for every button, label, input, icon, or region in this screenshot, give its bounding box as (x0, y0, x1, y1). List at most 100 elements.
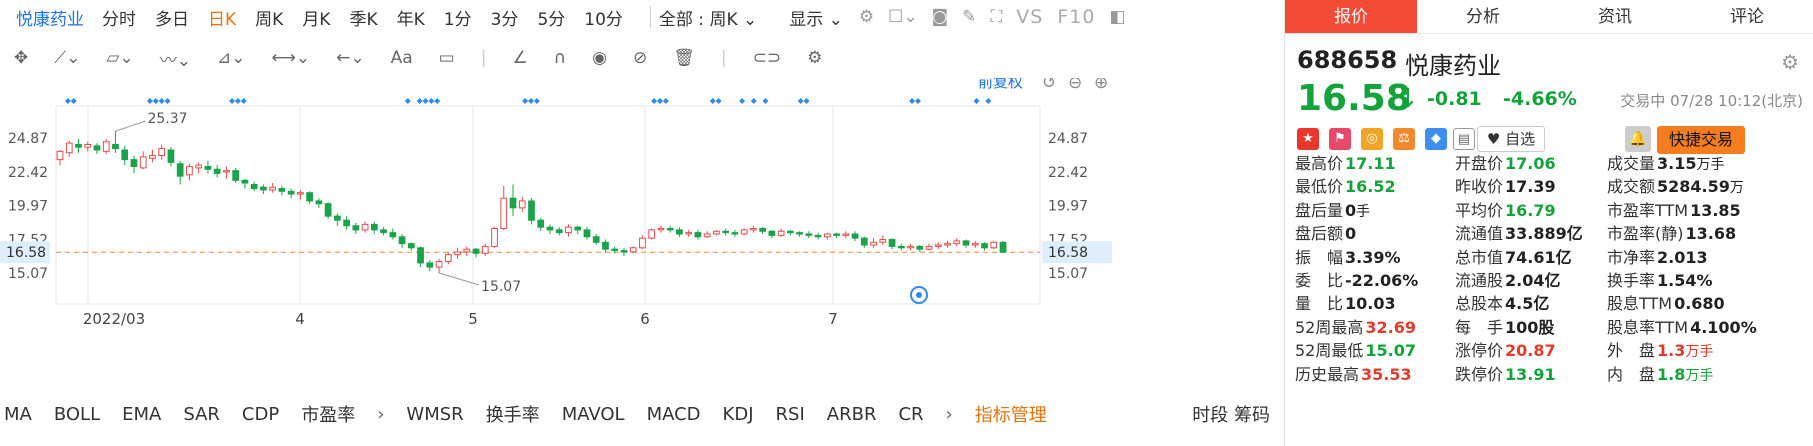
stat-cell: 52周最低 15.07 (1295, 337, 1455, 360)
signal-dot (709, 98, 716, 104)
crosshair-icon[interactable]: ✥ (14, 48, 28, 68)
angle-icon[interactable]: ∠ (512, 48, 527, 68)
candle-down (389, 232, 397, 238)
stat-cell: 52周最高 32.69 (1295, 314, 1455, 337)
vs-button[interactable]: VS (1016, 6, 1043, 28)
stock-name-label[interactable]: 悦康药业 (16, 5, 84, 30)
indicator-tab[interactable]: 市盈率 (301, 401, 355, 427)
period-tab[interactable]: 年K (397, 5, 425, 30)
stat-value: 16.79 (1505, 200, 1556, 220)
stat-value: 10.03 (1345, 294, 1396, 314)
indicator-tab[interactable]: EMA (122, 404, 161, 425)
draw-settings-icon[interactable]: ⚙ (807, 48, 822, 68)
stats-row: 盘后额 0 流通值 33.889亿 市盈率(静) 13.68 (1295, 220, 1813, 243)
pencil-icon[interactable]: ✎ (962, 7, 976, 27)
indicator-tab[interactable]: MA (4, 404, 32, 425)
arrow-left-icon[interactable]: ←⌄ (336, 48, 365, 68)
display-select[interactable]: 显示 ⌄ (789, 5, 843, 30)
tab-analysis[interactable]: 分析 (1417, 0, 1549, 33)
link-icon[interactable]: ⊂⊃ (753, 48, 782, 68)
indicator-tab[interactable]: RSI (776, 404, 805, 425)
indicator-tab[interactable]: KDJ (723, 404, 754, 425)
period-tab[interactable]: 1分 (444, 5, 472, 30)
indicator-bar: MA BOLL EMA SAR CDP 市盈率 › WMSR 换手率 MAVOL… (0, 394, 1284, 434)
chevron-right-icon[interactable]: › (377, 404, 384, 425)
bell-icon[interactable]: 🔔 (1625, 126, 1651, 152)
current-price-label-left: 16.58 (6, 245, 46, 261)
stat-cell: 市净率 2.013 (1607, 244, 1767, 267)
candle-down (666, 228, 674, 231)
indicator-tab[interactable]: WMSR (406, 404, 463, 425)
period-tab[interactable]: 季K (349, 5, 377, 30)
indicator-tab[interactable]: CDP (242, 404, 279, 425)
indicator-manage-button[interactable]: 指标管理 (975, 401, 1047, 427)
indicator-tab[interactable]: MACD (647, 404, 701, 425)
stat-cell: 最高价 17.11 (1295, 150, 1455, 173)
scale-icon[interactable]: ⚖ (1393, 128, 1415, 150)
line-tool-icon[interactable]: ⟋⌄ (54, 48, 80, 68)
hide-icon[interactable]: ⊘ (633, 48, 647, 68)
zoom-in-icon[interactable]: ⊕ (1094, 78, 1108, 93)
zoom-out-icon[interactable]: ⊖ (1068, 78, 1082, 93)
indicator-tab[interactable]: CR (898, 404, 923, 425)
square-outline-icon[interactable]: ☐⌄ (888, 7, 917, 27)
period-stat-tab[interactable]: 时段 (1192, 405, 1228, 426)
china-flag-icon[interactable]: ★ (1297, 128, 1319, 150)
indicator-tab[interactable]: SAR (183, 404, 220, 425)
all-period-select[interactable]: 全部 : 周K ⌄ (659, 5, 757, 30)
candle-down (814, 234, 822, 238)
running-man-icon[interactable]: ⚑ (1329, 128, 1351, 150)
coins-icon[interactable]: ◎ (1361, 128, 1383, 150)
indicator-tab[interactable]: ARBR (827, 404, 877, 425)
candle-down (204, 166, 212, 170)
signal-dot (422, 98, 429, 104)
add-watchlist-button[interactable]: ♥ 自选 (1477, 126, 1545, 152)
period-tab[interactable]: 分时 (102, 5, 136, 30)
tab-quote[interactable]: 报价 (1285, 0, 1417, 33)
stat-cell: 最低价 16.52 (1295, 173, 1455, 196)
tag-icon[interactable]: ◆ (1425, 128, 1447, 150)
indicator-tab[interactable]: BOLL (54, 404, 100, 425)
period-tab[interactable]: 月K (302, 5, 330, 30)
period-tab-active[interactable]: 日K (208, 5, 236, 30)
adjust-price-button[interactable]: 前复权 (978, 78, 1023, 91)
settings-gear-icon[interactable]: ⚙ (859, 7, 874, 27)
magnet-icon[interactable]: ∩ (554, 48, 566, 68)
period-tab[interactable]: 多日 (155, 5, 189, 30)
comment-icon[interactable]: ▭ (439, 48, 455, 68)
tab-news[interactable]: 资讯 (1549, 0, 1681, 33)
candle-down (398, 236, 406, 245)
text-tool-icon[interactable]: Aa (391, 48, 413, 68)
f10-button[interactable]: F10 (1057, 6, 1095, 28)
kline-chart[interactable]: 2022/03 4 5 6 7 24.87 24.87 22.42 22.42 19.97 19.9… (0, 78, 1284, 394)
signal-dot (651, 98, 658, 104)
indicator-tab[interactable]: MAVOL (562, 404, 625, 425)
stat-label: 委 比 (1295, 270, 1344, 290)
chevron-right-icon[interactable]: › (946, 404, 953, 425)
signal-dot (152, 98, 159, 104)
fib-tool-icon[interactable]: ⊿⌄ (217, 48, 246, 68)
range-tool-icon[interactable]: ⟷⌄ (271, 48, 310, 68)
camera-icon[interactable]: ◙ (932, 7, 949, 27)
x-tick-label: 4 (295, 310, 305, 328)
bookmark-icon[interactable]: ▤ (1453, 128, 1475, 150)
channel-tool-icon[interactable]: ⏥⌄ (106, 48, 133, 68)
wave-tool-icon[interactable]: 〰⌄ (160, 46, 191, 71)
period-tab[interactable]: 5分 (537, 5, 565, 30)
period-tab[interactable]: 周K (255, 5, 283, 30)
indicator-tab[interactable]: 换手率 (486, 401, 540, 427)
stat-value: 1.54% (1657, 270, 1713, 290)
sidebar-toggle-icon[interactable]: ◧ (1109, 7, 1125, 27)
tab-comments[interactable]: 评论 (1681, 0, 1813, 33)
eye-icon[interactable]: ◉ (592, 48, 607, 68)
period-tab[interactable]: 3分 (491, 5, 519, 30)
gear-icon[interactable]: ⚙ (1781, 50, 1799, 74)
trash-icon[interactable]: 🗑 (673, 48, 695, 68)
undo-icon[interactable]: ↺ (1042, 78, 1056, 93)
fullscreen-icon[interactable]: ⛶ (990, 7, 1002, 27)
period-tab[interactable]: 10分 (584, 5, 623, 30)
candle-down (805, 233, 813, 236)
candle-down (472, 248, 480, 254)
stat-value: 4.5亿 (1505, 294, 1550, 314)
chip-distribution-tab[interactable]: 筹码 (1234, 405, 1270, 426)
